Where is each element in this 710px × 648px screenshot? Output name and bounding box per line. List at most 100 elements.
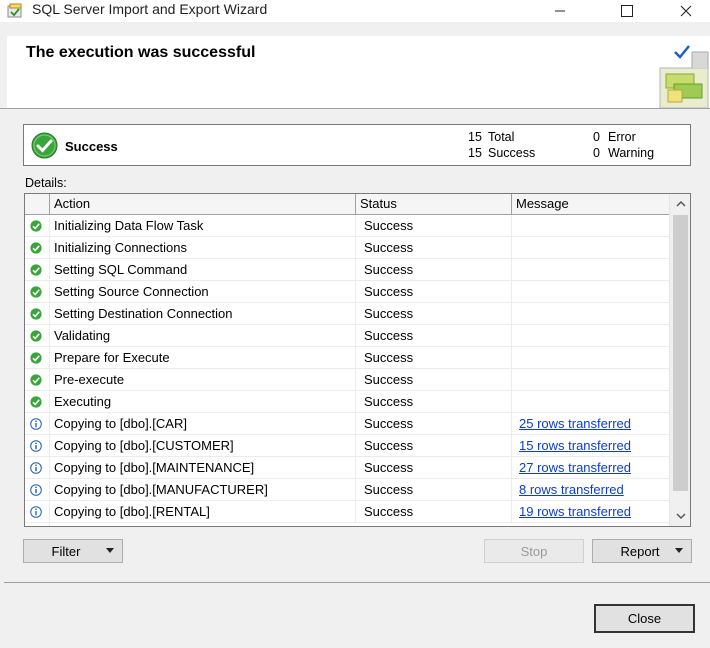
report-button-label: Report (620, 543, 660, 559)
filter-button-label: Filter (51, 543, 81, 559)
warning-count: 0 (593, 146, 600, 160)
row-status-icon-cell (25, 369, 50, 391)
row-status: Success (356, 237, 512, 259)
page-title: The execution was successful (26, 44, 256, 61)
row-status: Success (356, 325, 512, 347)
footer-divider (4, 582, 710, 583)
maximize-button[interactable] (604, 0, 650, 22)
table-row[interactable]: Validating Success (25, 325, 670, 347)
row-message-link[interactable]: 8 rows transferred (519, 482, 624, 497)
vertical-scrollbar[interactable] (669, 194, 690, 526)
row-message (512, 369, 670, 391)
table-row-partial[interactable] (25, 523, 670, 526)
error-count: 0 (593, 130, 600, 144)
scroll-down-button[interactable] (670, 506, 690, 526)
row-status-icon-cell (25, 479, 50, 501)
row-action: Setting Source Connection (50, 281, 356, 303)
row-status: Success (356, 215, 512, 237)
caret-down-icon (675, 548, 683, 553)
row-status: Success (356, 413, 512, 435)
row-status: Success (356, 391, 512, 413)
row-status: Success (356, 303, 512, 325)
row-message-link[interactable]: 15 rows transferred (519, 438, 631, 453)
row-message: 27 rows transferred (512, 457, 670, 479)
window-title: SQL Server Import and Export Wizard (32, 1, 268, 17)
row-action: Pre-execute (50, 369, 356, 391)
table-row[interactable]: Prepare for Execute Success (25, 347, 670, 369)
row-message-link[interactable]: 27 rows transferred (519, 460, 631, 475)
row-status: Success (356, 435, 512, 457)
close-button[interactable]: Close (594, 604, 695, 633)
chevron-up-icon (675, 200, 686, 207)
table-row[interactable]: Copying to [dbo].[RENTAL] Success 19 rows … (25, 501, 670, 523)
row-message-link[interactable]: 25 rows transferred (519, 416, 631, 431)
grid-header: Action Status Message (25, 194, 670, 215)
success-check-icon (31, 132, 58, 159)
row-action: Setting Destination Connection (50, 303, 356, 325)
stop-button[interactable]: Stop (484, 539, 584, 563)
success-icon (30, 264, 42, 276)
success-count: 15 (468, 146, 482, 160)
info-icon (30, 440, 42, 452)
row-status: Success (356, 281, 512, 303)
row-message (512, 391, 670, 413)
details-grid[interactable]: Action Status Message Initializing Data … (24, 193, 691, 527)
row-message (512, 259, 670, 281)
row-message-link[interactable]: 19 rows transferred (519, 504, 631, 519)
caret-down-icon (106, 548, 114, 553)
column-header-action[interactable]: Action (50, 194, 356, 215)
row-status-icon-cell (25, 501, 50, 523)
column-header-status[interactable]: Status (356, 194, 512, 215)
row-status-icon-cell (25, 215, 50, 237)
table-row[interactable]: Pre-execute Success (25, 369, 670, 391)
close-icon (680, 5, 692, 17)
table-row[interactable]: Setting SQL Command Success (25, 259, 670, 281)
row-action: Initializing Data Flow Task (50, 215, 356, 237)
row-action: Copying to [dbo].[CAR] (50, 413, 356, 435)
row-message: 8 rows transferred (512, 479, 670, 501)
table-row[interactable]: Setting Source Connection Success (25, 281, 670, 303)
scrollbar-thumb[interactable] (673, 215, 688, 491)
table-row[interactable]: Copying to [dbo].[CUSTOMER] Success 15 row… (25, 435, 670, 457)
row-status-icon-cell (25, 413, 50, 435)
summary-panel: Success 15 Total 15 Success 0 Error 0 Wa… (23, 124, 691, 166)
row-action: Executing (50, 391, 356, 413)
table-row[interactable]: Copying to [dbo].[MAINTENANCE] Success 27 … (25, 457, 670, 479)
row-message (512, 303, 670, 325)
success-icon (30, 396, 42, 408)
table-row[interactable]: Setting Destination Connection Success (25, 303, 670, 325)
success-icon (30, 220, 42, 232)
report-button[interactable]: Report (592, 539, 692, 563)
row-status: Success (356, 347, 512, 369)
info-icon (30, 462, 42, 474)
scroll-up-button[interactable] (670, 194, 690, 214)
close-button-label: Close (627, 611, 662, 626)
row-message (512, 325, 670, 347)
row-message: 25 rows transferred (512, 413, 670, 435)
row-message: 15 rows transferred (512, 435, 670, 457)
row-action: Setting SQL Command (50, 259, 356, 281)
title-bar: SQL Server Import and Export Wizard (0, 0, 710, 22)
success-icon (30, 330, 42, 342)
details-label: Details: (25, 176, 67, 190)
table-row[interactable]: Initializing Connections Success (25, 237, 670, 259)
row-status: Success (356, 259, 512, 281)
total-label: Total (488, 130, 515, 144)
row-action: Copying to [dbo].[RENTAL] (50, 501, 356, 523)
filter-button[interactable]: Filter (23, 539, 123, 563)
success-icon (30, 352, 42, 364)
success-icon (30, 242, 42, 254)
column-header-message[interactable]: Message (512, 194, 670, 215)
minimize-button[interactable] (537, 0, 583, 22)
table-row[interactable]: Copying to [dbo].[CAR] Success 25 rows tra… (25, 413, 670, 435)
row-message (512, 215, 670, 237)
row-status: Success (356, 501, 512, 523)
table-row[interactable]: Initializing Data Flow Task Success (25, 215, 670, 237)
chevron-down-icon (675, 513, 686, 520)
row-action: Initializing Connections (50, 237, 356, 259)
window-close-button[interactable] (663, 0, 709, 22)
table-row[interactable]: Copying to [dbo].[MANUFACTURER] Success 8 … (25, 479, 670, 501)
row-action: Copying to [dbo].[CUSTOMER] (50, 435, 356, 457)
row-message (512, 347, 670, 369)
table-row[interactable]: Executing Success (25, 391, 670, 413)
